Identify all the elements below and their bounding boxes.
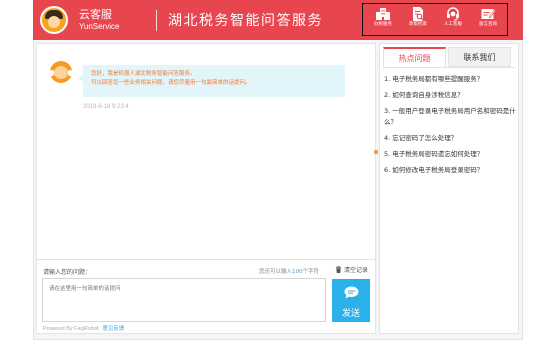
char-remaining-count: 100 <box>292 269 303 275</box>
app-root: 云客服 YunService 湖北税务智能问答服务 办税服务 政策检索 人工客服… <box>0 0 554 351</box>
bot-message-timestamp: 2019-6-18 9:23:4 <box>83 104 129 110</box>
tool-policy-search-label: 政策检索 <box>409 22 427 27</box>
tool-human-service-label: 人工客服 <box>444 22 462 27</box>
clear-history-button[interactable]: 清空记录 <box>335 265 368 274</box>
bot-message-line-1: 您好，我是机器人湖北税务智能问答服务。 <box>91 71 196 77</box>
tab-divider <box>383 67 515 68</box>
brand-name-en: YunService <box>79 22 120 31</box>
panel-collapse-handle[interactable] <box>374 150 378 154</box>
bot-message-bubble: 您好，我是机器人湖北税务智能问答服务。 可以回答您一些业务相关问题，请您尽量用一… <box>78 65 345 97</box>
char-remaining-tip: 您还可以输入100个字符 <box>259 267 319 275</box>
logo-face-shape <box>48 16 60 28</box>
hot-questions-list: 1. 电子税务局都有哪些提醒服务？ 2. 如何查询自身涉税信息？ 3. 一般用户… <box>384 74 516 181</box>
header-divider <box>156 10 157 31</box>
question-input-area: 请输入您的问题： 您还可以输入100个字符 清空记录 发送 Powered By… <box>36 260 376 334</box>
trash-icon <box>335 266 342 273</box>
tool-tax-service-label: 办税服务 <box>374 22 392 27</box>
tool-message-consult-label: 留言咨询 <box>479 22 497 27</box>
char-tip-prefix: 您还可以输入 <box>259 269 293 275</box>
chat-history-panel[interactable]: 您好，我是机器人湖北税务智能问答服务。 可以回答您一些业务相关问题，请您尽量用一… <box>36 43 376 260</box>
tab-contact-us[interactable]: 联系我们 <box>448 47 511 67</box>
bot-headphone-right <box>68 70 72 76</box>
send-button[interactable]: 发送 <box>332 279 370 322</box>
headset-icon <box>447 7 459 21</box>
char-tip-suffix: 个字符 <box>302 269 320 275</box>
page-title: 湖北税务智能问答服务 <box>168 13 323 29</box>
document-search-icon <box>413 7 424 21</box>
brand-name-cn: 云客服 <box>79 8 112 21</box>
bot-avatar <box>50 61 72 83</box>
tab-hot-questions[interactable]: 热点问题 <box>383 47 446 67</box>
building-icon <box>376 8 390 20</box>
header-bar: 云客服 YunService 湖北税务智能问答服务 办税服务 政策检索 人工客服… <box>33 0 523 40</box>
powered-by-footer: Powered By FaqRobot 意见反馈 <box>43 324 124 332</box>
hot-question-item[interactable]: 5. 电子税务局密码遗忘如何处理？ <box>384 149 516 160</box>
service-toolbar: 办税服务 政策检索 人工客服 留言咨询 <box>362 3 508 36</box>
tool-human-service-button[interactable]: 人工客服 <box>436 5 470 35</box>
message-edit-icon <box>481 9 496 19</box>
clear-history-label: 清空记录 <box>344 267 369 274</box>
tool-message-consult-button[interactable]: 留言咨询 <box>471 5 505 35</box>
tool-policy-search-button[interactable]: 政策检索 <box>401 5 435 35</box>
tool-tax-service-button[interactable]: 办税服务 <box>366 5 400 35</box>
powered-by-text: Powered By FaqRobot <box>43 326 99 332</box>
bot-headphone-left <box>50 70 54 76</box>
question-textarea[interactable] <box>42 278 326 322</box>
chat-bubble-icon <box>344 286 358 299</box>
input-label: 请输入您的问题： <box>43 269 92 276</box>
bot-message-line-2: 可以回答您一些业务相关问题，请您尽量用一句最简单的话提问。 <box>91 80 251 86</box>
hot-question-item[interactable]: 2. 如何查询自身涉税信息？ <box>384 90 516 101</box>
bot-face-shape <box>54 66 68 79</box>
sidebar-panel: 热点问题 联系我们 1. 电子税务局都有哪些提醒服务？ 2. 如何查询自身涉税信… <box>379 43 519 334</box>
hot-question-item[interactable]: 1. 电子税务局都有哪些提醒服务？ <box>384 74 516 85</box>
logo-avatar <box>40 6 68 34</box>
hot-question-item[interactable]: 4. 忘记密码了怎么处理？ <box>384 133 516 144</box>
hot-question-item[interactable]: 6. 如何修改电子税务局登录密码？ <box>384 165 516 176</box>
feedback-link[interactable]: 意见反馈 <box>102 326 124 332</box>
hot-question-item[interactable]: 3. 一般用户登录电子税务局用户名和密码是什么？ <box>384 106 516 127</box>
send-label: 发送 <box>341 309 360 319</box>
